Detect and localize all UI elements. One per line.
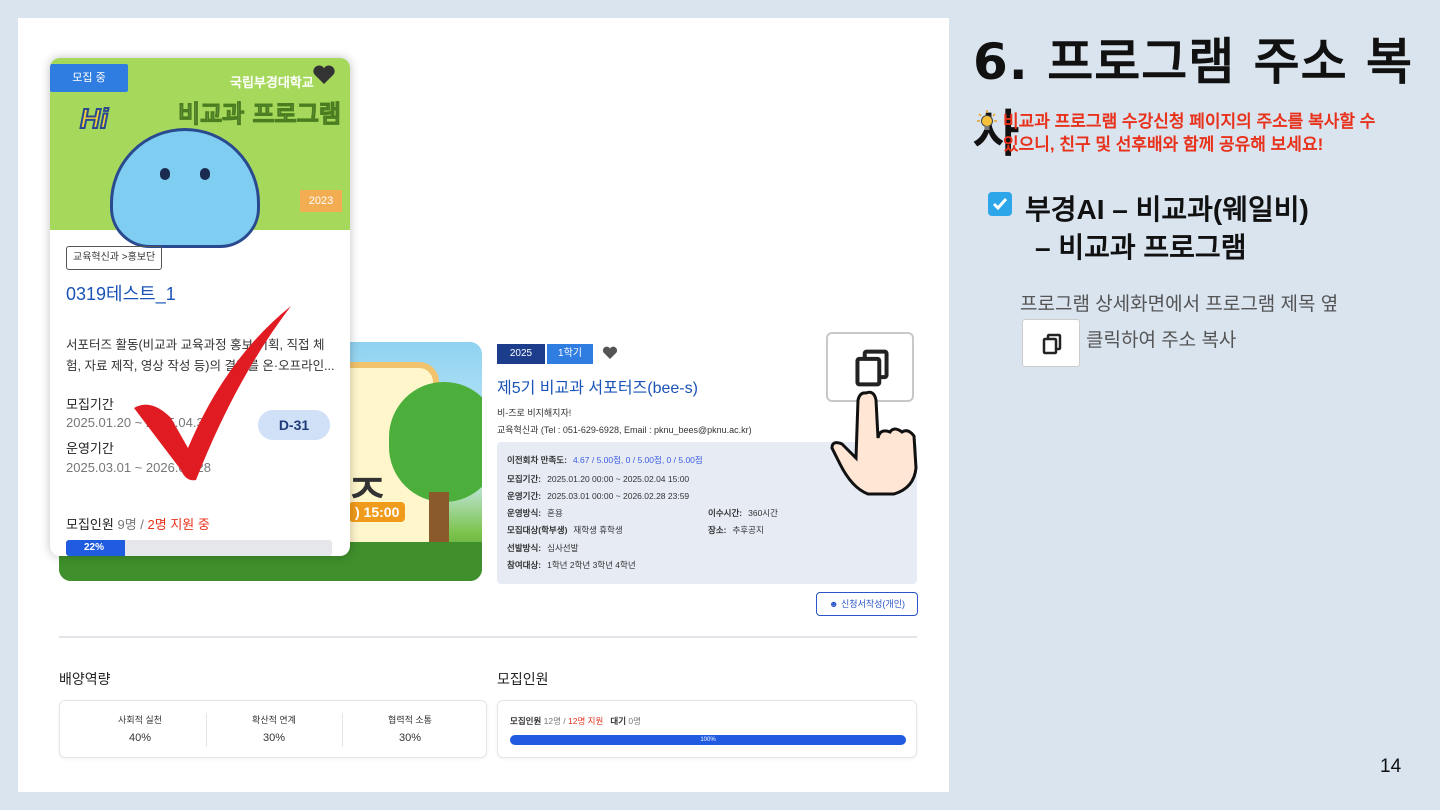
tip-line-2: 있으니, 친구 및 선후배와 함께 공유해 보세요!: [1003, 135, 1324, 154]
copy-icon: [855, 349, 889, 387]
instruction-line-2: 클릭하여 주소 복사: [1086, 330, 1237, 351]
capacity-item: 사회적 실천 40%: [118, 715, 162, 744]
info-row: 운영기간: 2025.03.01 00:00 ~ 2026.02.28 23:59: [507, 491, 690, 501]
divider: [59, 636, 917, 638]
menu-path-line-2: – 비교과 프로그램: [1035, 232, 1247, 263]
capacity-item: 협력적 소통 30%: [388, 715, 432, 744]
capacity-item: 확산적 연계 30%: [252, 715, 296, 744]
capacity-heading: 배양역량: [59, 671, 111, 687]
program-contact: 교육혁신과 (Tel : 051-629-6928, Email : pknu_…: [497, 425, 752, 435]
operation-period-label: 운영기간: [66, 441, 114, 456]
info-row: 선발방식: 심사선발: [507, 543, 579, 553]
copy-icon: [1042, 333, 1062, 355]
pointing-hand-icon: [830, 390, 918, 496]
heart-icon[interactable]: [312, 64, 336, 91]
info-row: 모집기간: 2025.01.20 00:00 ~ 2025.02.04 15:00: [507, 474, 690, 484]
program-title: 제5기 비교과 서포터즈(bee-s): [497, 380, 698, 397]
department-tag: 교육혁신과 >홍보단: [66, 246, 163, 270]
recruit-progress-bar: 100%: [510, 735, 906, 745]
info-row: 운영방식: 혼용: [507, 508, 563, 518]
info-row: 참여대상: 1학년 2학년 3학년 4학년: [507, 560, 636, 570]
image-hi-text: Hi: [79, 102, 109, 135]
banner-time: ) 15:00: [349, 502, 406, 522]
menu-path-line-1: 부경AI – 비교과(웨일비): [1025, 194, 1309, 225]
program-subtitle: 비-즈로 비지해지자!: [497, 408, 572, 418]
user-icon: ☻: [829, 599, 839, 609]
recruiting-badge: 모집 중: [50, 64, 128, 92]
apply-button-label: 신청서작성(개인): [841, 599, 905, 609]
copy-button-example: [1022, 319, 1080, 367]
term-tag: 1학기: [547, 344, 593, 364]
checkbox-icon: [988, 192, 1012, 216]
image-year-badge: 2023: [300, 190, 342, 212]
heart-icon[interactable]: [602, 346, 618, 365]
apply-button[interactable]: ☻ 신청서작성(개인): [816, 592, 918, 616]
tip-line-1: 비교과 프로그램 수강신청 페이지의 주소를 복사할 수: [1003, 112, 1376, 131]
lightbulb-icon: [977, 110, 997, 132]
program-screenshot: 즈 ) 15:00 2025 1학기 제5기 비교과 서포터즈(bee-s) 비…: [18, 18, 949, 792]
year-tag: 2025: [497, 344, 545, 364]
page-number: 14: [1380, 756, 1402, 777]
info-row-right: 장소: 추후공지: [708, 525, 764, 535]
image-title: 비교과 프로그램: [178, 100, 342, 129]
recruit-heading: 모집인원: [497, 671, 549, 687]
whale-mascot: [110, 128, 260, 248]
info-row: 이전회차 만족도: 4.67 / 5.00점, 0 / 5.00점, 0 / 5.…: [507, 455, 703, 465]
recruit-row: 모집인원 9명 / 2명 지원 중: [66, 517, 210, 532]
progress-fill: 22%: [66, 540, 125, 556]
recruit-box: 모집인원 12명 / 12명 지원 대기 0명 100%: [497, 700, 917, 758]
capacity-box: 사회적 실천 40% 확산적 연계 30% 협력적 소통 30%: [59, 700, 487, 758]
recruit-period-label: 모집기간: [66, 397, 114, 412]
recruit-status: 모집인원 12명 / 12명 지원 대기 0명: [510, 716, 641, 726]
info-row-right: 이수시간: 360시간: [708, 508, 778, 518]
check-mark-icon: [134, 306, 291, 481]
university-logo-text: 국립부경대학교: [230, 75, 314, 90]
info-row: 모집대상(학부생) 재학생 휴학생: [507, 525, 623, 535]
instruction-line-1: 프로그램 상세화면에서 프로그램 제목 옆: [1020, 294, 1339, 315]
recruit-progress: 22%: [66, 540, 332, 556]
